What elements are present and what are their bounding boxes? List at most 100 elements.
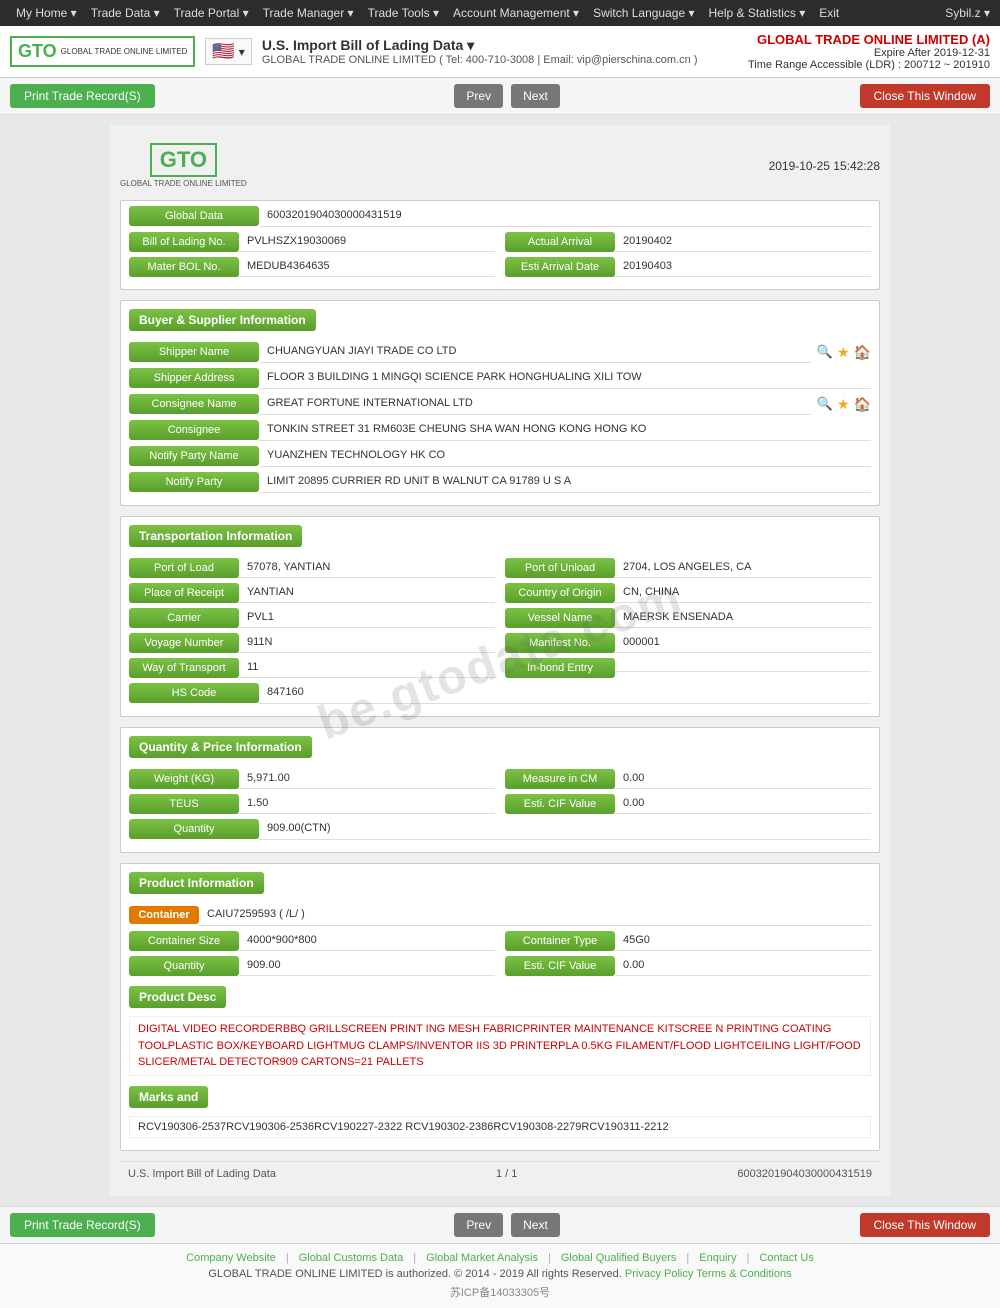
nav-help-statistics[interactable]: Help & Statistics ▾ xyxy=(703,4,812,22)
esti-arrival-label: Esti Arrival Date xyxy=(505,257,615,277)
footer-privacy[interactable]: Privacy Policy xyxy=(625,1268,693,1280)
esti-arrival-field: Esti Arrival Date 20190403 xyxy=(505,256,871,277)
logo-sub-text: GLOBAL TRADE ONLINE LIMITED xyxy=(61,47,188,57)
close-button-bottom[interactable]: Close This Window xyxy=(860,1213,990,1237)
marks-title: Marks and xyxy=(129,1086,208,1108)
hs-code-row: HS Code 847160 xyxy=(129,682,871,704)
header-left: GTO GLOBAL TRADE ONLINE LIMITED 🇺🇸 ▾ U.S… xyxy=(10,36,697,67)
footer-link-contact[interactable]: Contact Us xyxy=(759,1252,813,1264)
prev-button-bottom[interactable]: Prev xyxy=(454,1213,503,1237)
quantity-price-title: Quantity & Price Information xyxy=(129,736,312,758)
consignee-name-value: GREAT FORTUNE INTERNATIONAL LTD xyxy=(259,393,811,415)
place-receipt-field: Place of Receipt YANTIAN xyxy=(129,582,495,603)
nav-trade-tools[interactable]: Trade Tools ▾ xyxy=(362,4,445,22)
doc-logo-img: GTO xyxy=(150,143,217,177)
bond-value xyxy=(615,663,871,672)
mater-bol-row: Mater BOL No. MEDUB4364635 Esti Arrival … xyxy=(129,256,871,277)
prev-button-top[interactable]: Prev xyxy=(454,84,503,108)
measure-label: Measure in CM xyxy=(505,769,615,789)
buyer-supplier-inner: Buyer & Supplier Information Shipper Nam… xyxy=(121,301,879,505)
doc-footer-right: 6003201904030000431519 xyxy=(737,1168,872,1180)
weight-label: Weight (KG) xyxy=(129,769,239,789)
container-type-field: Container Type 45G0 xyxy=(505,930,871,951)
shipper-name-row: Shipper Name CHUANGYUAN JIAYI TRADE CO L… xyxy=(129,341,871,363)
shipper-name-value: CHUANGYUAN JIAYI TRADE CO LTD xyxy=(259,341,811,363)
global-data-inner: Global Data 6003201904030000431519 Bill … xyxy=(121,205,879,289)
document-timestamp: 2019-10-25 15:42:28 xyxy=(769,159,880,173)
transport-label: Way of Transport xyxy=(129,658,239,678)
teus-value: 1.50 xyxy=(239,793,495,814)
nav-buttons-top: Prev Next xyxy=(452,84,561,108)
shipper-name-label: Shipper Name xyxy=(129,342,259,362)
nav-account-management[interactable]: Account Management ▾ xyxy=(447,4,585,22)
hs-code-value: 847160 xyxy=(259,682,871,704)
nav-switch-language[interactable]: Switch Language ▾ xyxy=(587,4,700,22)
notify-party-label: Notify Party xyxy=(129,472,259,492)
place-receipt-value: YANTIAN xyxy=(239,582,495,603)
shipper-star-icon[interactable]: ★ xyxy=(837,344,850,361)
teus-field: TEUS 1.50 xyxy=(129,793,495,814)
doc-logo-sub: GLOBAL TRADE ONLINE LIMITED xyxy=(120,179,247,188)
print-button-top[interactable]: Print Trade Record(S) xyxy=(10,84,155,108)
doc-footer-left: U.S. Import Bill of Lading Data xyxy=(128,1168,276,1180)
shipper-home-icon[interactable]: 🏠 xyxy=(854,344,871,361)
footer-divider-2: | xyxy=(413,1252,416,1264)
port-load-value: 57078, YANTIAN xyxy=(239,557,495,578)
document-header: GTO GLOBAL TRADE ONLINE LIMITED 2019-10-… xyxy=(120,135,880,200)
nav-exit[interactable]: Exit xyxy=(813,4,845,22)
nav-trade-data[interactable]: Trade Data ▾ xyxy=(85,4,166,22)
receipt-origin-row: Place of Receipt YANTIAN Country of Orig… xyxy=(129,582,871,603)
weight-value: 5,971.00 xyxy=(239,768,495,789)
prod-cif-field: Esti. CIF Value 0.00 xyxy=(505,955,871,976)
consignee-search-icon[interactable]: 🔍 xyxy=(817,396,833,412)
buyer-supplier-title: Buyer & Supplier Information xyxy=(129,309,316,331)
footer-terms[interactable]: Terms & Conditions xyxy=(696,1268,791,1280)
footer-divider-5: | xyxy=(747,1252,750,1264)
hs-code-label: HS Code xyxy=(129,683,259,703)
print-button-bottom[interactable]: Print Trade Record(S) xyxy=(10,1213,155,1237)
footer-link-customs[interactable]: Global Customs Data xyxy=(299,1252,404,1264)
close-button-top[interactable]: Close This Window xyxy=(860,84,990,108)
transportation-inner: Transportation Information Port of Load … xyxy=(121,517,879,716)
expire-info: Expire After 2019-12-31 xyxy=(748,47,990,59)
consignee-icons: 🔍 ★ 🏠 xyxy=(817,396,871,413)
nav-trade-manager[interactable]: Trade Manager ▾ xyxy=(257,4,360,22)
footer-link-buyers[interactable]: Global Qualified Buyers xyxy=(561,1252,677,1264)
nav-my-home[interactable]: My Home ▾ xyxy=(10,4,83,22)
country-origin-field: Country of Origin CN, CHINA xyxy=(505,582,871,603)
page-title: U.S. Import Bill of Lading Data ▾ xyxy=(262,37,698,54)
nav-trade-portal[interactable]: Trade Portal ▾ xyxy=(168,4,255,22)
transportation-title: Transportation Information xyxy=(129,525,302,547)
esti-cif-label: Esti. CIF Value xyxy=(505,794,615,814)
notify-party-row: Notify Party LIMIT 20895 CURRIER RD UNIT… xyxy=(129,471,871,493)
bol-value: PVLHSZX19030069 xyxy=(239,231,495,252)
bond-label: In-bond Entry xyxy=(505,658,615,678)
nav-items: My Home ▾ Trade Data ▾ Trade Portal ▾ Tr… xyxy=(10,4,845,22)
next-button-bottom[interactable]: Next xyxy=(511,1213,560,1237)
shipper-search-icon[interactable]: 🔍 xyxy=(817,344,833,360)
footer-divider-4: | xyxy=(686,1252,689,1264)
flag-selector[interactable]: 🇺🇸 ▾ xyxy=(205,38,251,65)
footer-link-company[interactable]: Company Website xyxy=(186,1252,276,1264)
consignee-row: Consignee TONKIN STREET 31 RM603E CHEUNG… xyxy=(129,419,871,441)
footer-link-enquiry[interactable]: Enquiry xyxy=(699,1252,736,1264)
user-label[interactable]: Sybil.z ▾ xyxy=(945,6,990,20)
consignee-star-icon[interactable]: ★ xyxy=(837,396,850,413)
voyage-value: 911N xyxy=(239,632,495,653)
consignee-home-icon[interactable]: 🏠 xyxy=(854,396,871,413)
notify-party-name-label: Notify Party Name xyxy=(129,446,259,466)
manifest-label: Manifest No. xyxy=(505,633,615,653)
container-type-label: Container Type xyxy=(505,931,615,951)
bol-label: Bill of Lading No. xyxy=(129,232,239,252)
country-origin-label: Country of Origin xyxy=(505,583,615,603)
footer-link-market[interactable]: Global Market Analysis xyxy=(426,1252,538,1264)
quantity-price-panel: Quantity & Price Information Weight (KG)… xyxy=(120,727,880,853)
company-name: GLOBAL TRADE ONLINE LIMITED (A) xyxy=(748,32,990,47)
prod-cif-value: 0.00 xyxy=(615,955,871,976)
next-button-top[interactable]: Next xyxy=(511,84,560,108)
header-bar: GTO GLOBAL TRADE ONLINE LIMITED 🇺🇸 ▾ U.S… xyxy=(0,26,1000,78)
time-range-info: Time Range Accessible (LDR) : 200712 ~ 2… xyxy=(748,59,990,71)
actual-arrival-field: Actual Arrival 20190402 xyxy=(505,231,871,252)
container-label: Container xyxy=(129,906,199,924)
shipper-address-label: Shipper Address xyxy=(129,368,259,388)
